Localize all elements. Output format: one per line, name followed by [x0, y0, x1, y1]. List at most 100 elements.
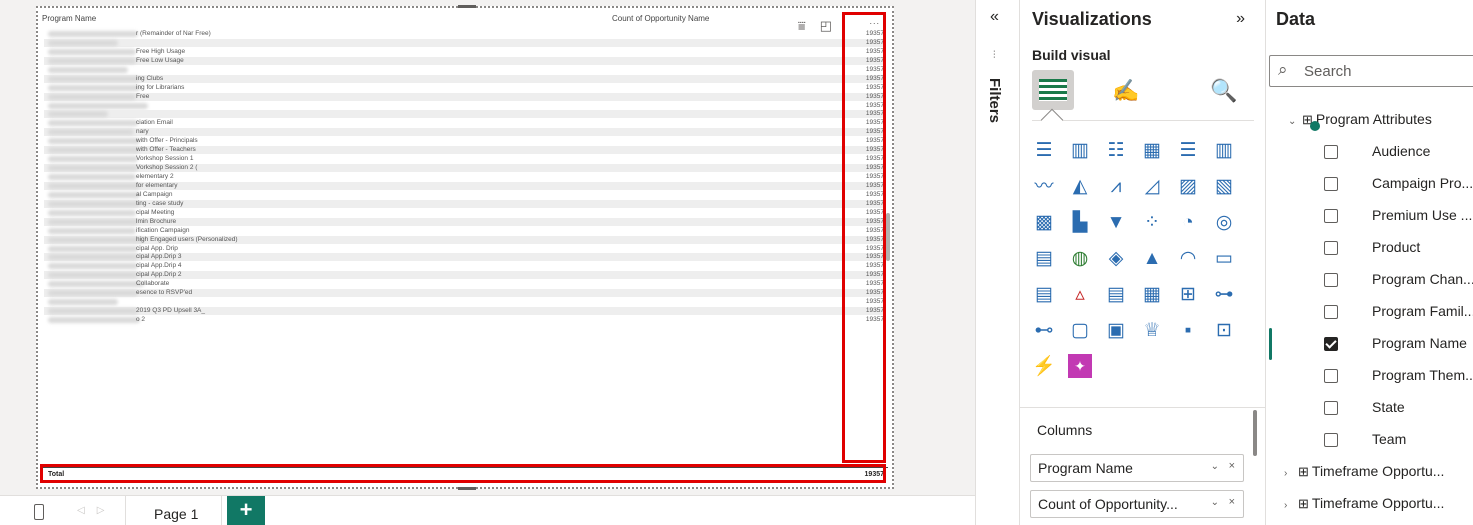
field-checkbox[interactable]: [1324, 145, 1338, 159]
field-checkbox[interactable]: [1324, 241, 1338, 255]
table-row[interactable]: 19357: [44, 38, 886, 48]
field-label[interactable]: Premium Use ...: [1372, 207, 1472, 223]
table-row[interactable]: for elementary 19357: [44, 181, 886, 191]
100-stacked-area-chart-icon[interactable]: ◿: [1140, 174, 1164, 198]
table-row[interactable]: 19357: [44, 110, 886, 120]
collapse-panes-icon[interactable]: «: [990, 8, 999, 26]
table-row[interactable]: r (Remainder of Nar Free) 19357: [44, 30, 886, 39]
line-and-stacked-column-chart-icon[interactable]: ▨: [1176, 174, 1200, 198]
qna-icon[interactable]: ▢: [1068, 318, 1092, 342]
scatter-chart-icon[interactable]: ⁘: [1140, 210, 1164, 234]
field-checkbox[interactable]: [1324, 177, 1338, 191]
table-row[interactable]: 19357: [44, 102, 886, 111]
waterfall-chart-icon[interactable]: ▙: [1068, 210, 1092, 234]
field-checkbox[interactable]: [1324, 305, 1338, 319]
table-row[interactable]: ing Clubs 19357: [44, 74, 886, 84]
decomposition-tree-icon[interactable]: ⊶: [1212, 282, 1236, 306]
gauge-icon[interactable]: ◠: [1176, 246, 1200, 270]
table-row[interactable]: ciation Email 19357: [44, 119, 886, 129]
field-checkbox[interactable]: [1324, 433, 1338, 447]
stacked-column-chart-icon[interactable]: ▥: [1068, 138, 1092, 162]
power-apps-icon[interactable]: ⊡: [1212, 318, 1236, 342]
clustered-column-chart-icon[interactable]: ▦: [1140, 138, 1164, 162]
resize-handle-bottom[interactable]: [458, 487, 476, 490]
field-label[interactable]: Program Name: [1372, 335, 1467, 351]
table-row[interactable]: Free High Usage 19357: [44, 48, 886, 57]
matrix-icon[interactable]: ⊞: [1176, 282, 1200, 306]
card-icon[interactable]: ▭: [1212, 246, 1236, 270]
filled-map-icon[interactable]: ◈: [1104, 246, 1128, 270]
line-and-clustered-column-chart-icon[interactable]: ▧: [1212, 174, 1236, 198]
format-visual-icon[interactable]: ✍: [1112, 78, 1139, 104]
filters-pane-collapsed[interactable]: « ⫶ Filters: [975, 0, 1019, 525]
table-row[interactable]: Free Low Usage 19357: [44, 56, 886, 66]
page-tab-1[interactable]: Page 1: [125, 496, 222, 525]
table-timeframe-1[interactable]: › ⊞ Timeframe Opportu...: [1284, 463, 1444, 480]
funnel-chart-icon[interactable]: ▼: [1104, 210, 1128, 234]
pane-scrollbar[interactable]: [1253, 410, 1257, 456]
table-row[interactable]: cipal App.Drip 3 19357: [44, 253, 886, 263]
smart-narrative-icon[interactable]: ▣: [1104, 318, 1128, 342]
field-label[interactable]: Product: [1372, 239, 1420, 255]
table-row[interactable]: ting - case study 19357: [44, 199, 886, 209]
table-row[interactable]: Vorkshop Session 1 19357: [44, 155, 886, 165]
page-navigator-icon[interactable]: [34, 504, 44, 520]
100-stacked-column-chart-icon[interactable]: ▥: [1212, 138, 1236, 162]
table-row[interactable]: nary 19357: [44, 128, 886, 138]
key-influencers-icon[interactable]: ⊷: [1032, 318, 1056, 342]
search-input[interactable]: ⌕ Search: [1269, 55, 1473, 87]
clustered-bar-chart-icon[interactable]: ☷: [1104, 138, 1128, 162]
map-icon[interactable]: ◍: [1068, 246, 1092, 270]
table-icon[interactable]: ▦: [1140, 282, 1164, 306]
table-row[interactable]: 19357: [44, 298, 886, 308]
table-visual[interactable]: Program Name Count of Opportunity Name ⩸…: [36, 5, 894, 490]
metrics-icon[interactable]: ♕: [1140, 318, 1164, 342]
add-page-button[interactable]: +: [227, 496, 265, 525]
line-chart-icon[interactable]: 〰: [1032, 174, 1056, 198]
chevron-right-icon[interactable]: ›: [1284, 500, 1298, 511]
field-label[interactable]: Program Famil...: [1372, 303, 1473, 319]
field-label[interactable]: State: [1372, 399, 1405, 415]
table-row[interactable]: esence to RSVP'ed 19357: [44, 289, 886, 299]
chevron-down-icon[interactable]: ⌄: [1211, 461, 1219, 472]
remove-field-icon[interactable]: ×: [1229, 496, 1235, 508]
chevron-right-icon[interactable]: ›: [1284, 468, 1298, 479]
multi-row-card-icon[interactable]: ▤: [1032, 282, 1056, 306]
table-row[interactable]: high Engaged users (Personalized) 19357: [44, 235, 886, 245]
table-row[interactable]: cipal Meeting 19357: [44, 209, 886, 218]
azure-map-icon[interactable]: ▲: [1140, 246, 1164, 270]
power-automate-icon[interactable]: ⚡: [1032, 354, 1056, 378]
build-visual-button[interactable]: [1032, 70, 1074, 110]
table-timeframe-2[interactable]: › ⊞ Timeframe Opportu...: [1284, 495, 1444, 512]
field-checkbox[interactable]: [1324, 209, 1338, 223]
donut-chart-icon[interactable]: ◎: [1212, 210, 1236, 234]
table-row[interactable]: elementary 2 19357: [44, 173, 886, 182]
table-row[interactable]: cipal App.Drip 4 19357: [44, 262, 886, 272]
field-label[interactable]: Campaign Pro...: [1372, 175, 1473, 191]
stacked-area-chart-icon[interactable]: ⩘: [1104, 174, 1128, 198]
table-scrollbar[interactable]: [886, 213, 890, 261]
field-checkbox[interactable]: [1324, 401, 1338, 415]
table-row[interactable]: o 2 19357: [44, 316, 886, 325]
page-scroll-arrows[interactable]: ◁▷: [77, 505, 116, 516]
well-program-name[interactable]: Program Name ⌄ ×: [1030, 454, 1244, 482]
chevron-down-icon[interactable]: ⌄: [1211, 497, 1219, 508]
table-row[interactable]: Collaborate 19357: [44, 280, 886, 290]
table-row[interactable]: Vorkshop Session 2 (19357: [44, 164, 886, 173]
table-row[interactable]: with Offer - Teachers 19357: [44, 146, 886, 156]
treemap-icon[interactable]: ▤: [1032, 246, 1056, 270]
field-label[interactable]: Program Them...: [1372, 367, 1473, 383]
field-label[interactable]: Team: [1372, 431, 1406, 447]
expand-icon[interactable]: »: [1236, 10, 1245, 28]
field-checkbox[interactable]: [1324, 369, 1338, 383]
slicer-icon[interactable]: ▤: [1104, 282, 1128, 306]
field-label[interactable]: Program Chan...: [1372, 271, 1473, 287]
chevron-down-icon[interactable]: ⌄: [1288, 116, 1302, 127]
well-count-opportunity[interactable]: Count of Opportunity... ⌄ ×: [1030, 490, 1244, 518]
100-stacked-bar-chart-icon[interactable]: ☰: [1176, 138, 1200, 162]
table-row[interactable]: Free 19357: [44, 92, 886, 102]
pie-chart-icon[interactable]: ◔: [1176, 210, 1200, 234]
stacked-bar-chart-icon[interactable]: ☰: [1032, 138, 1056, 162]
resize-handle-top[interactable]: [458, 5, 476, 8]
table-row[interactable]: cipal App.Drip 2 19357: [44, 271, 886, 281]
